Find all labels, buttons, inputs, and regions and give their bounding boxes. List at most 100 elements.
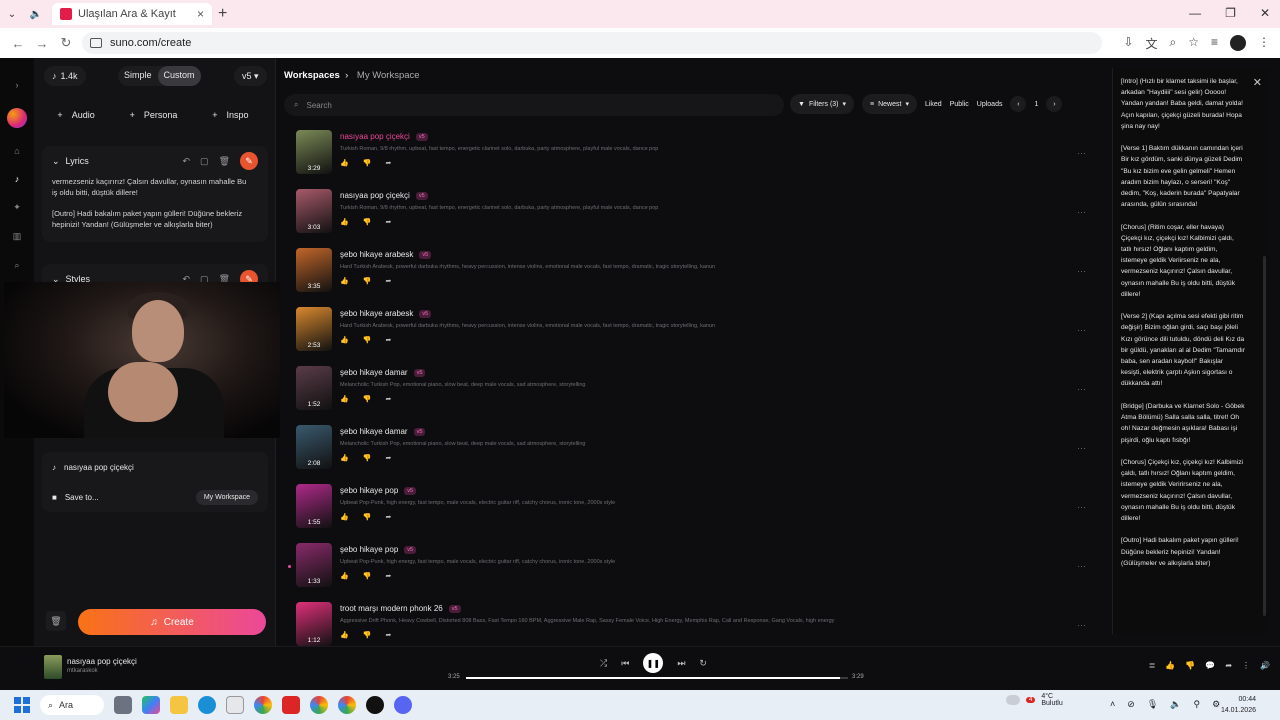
clear-button[interactable]: 🗑 — [46, 611, 66, 631]
explore-icon[interactable]: ✦ — [13, 202, 21, 213]
filters-button[interactable]: ▼ Filters (3) ▾ — [790, 94, 855, 114]
share-icon[interactable]: ➦ — [385, 631, 391, 639]
browser-menu-icon[interactable]: ⋮ — [1258, 35, 1270, 52]
song-cover[interactable]: 3:29 — [296, 130, 332, 174]
now-playing-cover[interactable] — [44, 655, 62, 679]
version-select[interactable]: v5 ▾ — [234, 66, 267, 86]
add-persona-button[interactable]: + Persona — [126, 104, 186, 130]
more-options-icon[interactable]: ⋯ — [1077, 384, 1086, 395]
pause-button[interactable]: ❚❚ — [643, 653, 664, 673]
share-icon[interactable]: ➦ — [385, 277, 391, 285]
more-options-icon[interactable]: ⋯ — [1077, 502, 1086, 513]
thumbs-up-icon[interactable]: 👍 — [340, 572, 349, 580]
now-playing-artist[interactable]: mtkaraskok — [67, 668, 98, 674]
close-icon[interactable]: ✕ — [1253, 76, 1262, 89]
undo-icon[interactable]: ↶ — [183, 156, 191, 167]
progress-bar[interactable] — [466, 677, 848, 679]
song-title-row[interactable]: ♪ nasıyaa pop çiçekçi — [42, 452, 268, 482]
song-row[interactable]: 3:29 nasıyaa pop çiçekçi v5 Turkish Roma… — [296, 130, 1096, 189]
save-to-row[interactable]: ■ Save to... My Workspace — [42, 482, 268, 512]
edge-icon[interactable] — [198, 696, 216, 714]
copy-icon[interactable]: ▢ — [200, 156, 209, 167]
thumbs-down-icon[interactable]: 👎 — [363, 513, 372, 521]
mode-custom[interactable]: Custom — [157, 66, 201, 86]
windows-start-icon[interactable] — [14, 697, 30, 713]
song-row[interactable]: 1:33 şebo hikaye pop v5 Upbeat Pop-Punk,… — [288, 543, 1096, 602]
profile-avatar[interactable] — [1230, 35, 1246, 51]
add-inspo-button[interactable]: + Inspo — [208, 104, 256, 130]
chrome-profile-2-icon[interactable] — [338, 696, 356, 714]
discord-icon[interactable] — [394, 696, 412, 714]
song-title[interactable]: troot marşı modern phonk 26 — [340, 604, 443, 613]
song-title[interactable]: şebo hikaye damar — [340, 427, 408, 436]
more-options-icon[interactable]: ⋯ — [1077, 620, 1086, 631]
more-options-icon[interactable]: ⋯ — [1077, 325, 1086, 336]
restore-icon[interactable]: ❐ — [1225, 6, 1236, 20]
browser-tab[interactable]: Ulaşılan Ara & Kayıt × — [52, 3, 212, 25]
song-cover[interactable]: 1:33 — [296, 543, 332, 587]
thumbs-up-icon[interactable]: 👍 — [340, 159, 349, 167]
song-title[interactable]: şebo hikaye arabesk — [340, 250, 413, 259]
lyrics-textarea[interactable]: vermezseniz kaçırırız! Çalsın davullar, … — [42, 176, 268, 230]
next-icon[interactable]: ⏭ — [677, 658, 685, 669]
song-title[interactable]: şebo hikaye pop — [340, 486, 398, 495]
add-audio-button[interactable]: + Audio — [53, 104, 102, 130]
previous-icon[interactable]: ⏮ — [621, 658, 629, 669]
now-playing-title[interactable]: nasıyaa pop çiçekçi — [67, 657, 137, 666]
share-icon[interactable]: ➦ — [385, 513, 391, 521]
song-title[interactable]: şebo hikaye arabesk — [340, 309, 413, 318]
mode-simple[interactable]: Simple — [118, 66, 158, 86]
thumbs-down-icon[interactable]: 👎 — [363, 395, 372, 403]
github-icon[interactable] — [366, 696, 384, 714]
clock[interactable]: 00:44 14.01.2026 — [1221, 694, 1256, 716]
breadcrumb-root[interactable]: Workspaces — [284, 70, 340, 81]
song-title[interactable]: nasıyaa pop çiçekçi — [340, 191, 410, 200]
forward-icon[interactable]: → — [30, 36, 54, 51]
thumbs-down-icon[interactable]: 👎 — [363, 454, 372, 462]
sound-icon[interactable]: 🔈 — [1170, 699, 1181, 710]
thumbs-down-icon[interactable]: 👎 — [363, 631, 372, 639]
store-icon[interactable] — [226, 696, 244, 714]
song-row[interactable]: 2:08 şebo hikaye damar v5 Melancholic Tu… — [296, 425, 1096, 484]
network-icon[interactable]: ⚲ — [1193, 699, 1200, 710]
thumbs-up-icon[interactable]: 👍 — [340, 336, 349, 344]
generate-lyrics-button[interactable]: ✎ — [240, 152, 258, 170]
song-cover[interactable]: 2:53 — [296, 307, 332, 351]
share-icon[interactable]: ➦ — [1225, 661, 1232, 670]
sort-button[interactable]: ≡ Newest ▾ — [862, 94, 917, 114]
repeat-icon[interactable]: ↻ — [699, 658, 707, 669]
share-icon[interactable]: ➦ — [385, 336, 391, 344]
song-row[interactable]: 1:55 şebo hikaye pop v5 Upbeat Pop-Punk,… — [296, 484, 1096, 543]
tab-close-icon[interactable]: × — [197, 7, 204, 21]
share-icon[interactable]: ➦ — [385, 572, 391, 580]
translate-icon[interactable]: 文 — [1145, 35, 1157, 52]
thumbs-up-icon[interactable]: 👍 — [340, 218, 349, 226]
bookmark-star-icon[interactable]: ☆ — [1188, 35, 1199, 52]
chrome-profile-icon[interactable] — [310, 696, 328, 714]
create-icon[interactable]: ♪ — [15, 174, 20, 184]
more-options-icon[interactable]: ⋯ — [1077, 207, 1086, 218]
song-row[interactable]: 2:53 şebo hikaye arabesk v5 Hard Turkish… — [296, 307, 1096, 366]
home-icon[interactable]: ⌂ — [14, 146, 19, 156]
song-title[interactable]: şebo hikaye damar — [340, 368, 408, 377]
more-options-icon[interactable]: ⋯ — [1077, 266, 1086, 277]
more-icon[interactable]: ⋮ — [1242, 661, 1250, 670]
thumbs-down-icon[interactable]: 👎 — [363, 218, 372, 226]
thumbs-up-icon[interactable]: 👍 — [340, 513, 349, 521]
search-input[interactable]: ⌕ Search — [284, 94, 784, 116]
chrome-icon[interactable] — [254, 696, 272, 714]
share-icon[interactable]: ➦ — [385, 218, 391, 226]
mic-icon[interactable]: 🎙 — [1147, 699, 1158, 710]
delete-icon[interactable]: 🗑 — [219, 156, 230, 167]
thumbs-up-icon[interactable]: 👍 — [1165, 661, 1175, 670]
task-view-icon[interactable] — [114, 696, 132, 714]
thumbs-down-icon[interactable]: 👎 — [1185, 661, 1195, 670]
more-options-icon[interactable]: ⋯ — [1077, 561, 1086, 572]
shuffle-icon[interactable]: ⤮ — [600, 658, 607, 669]
thumbs-up-icon[interactable]: 👍 — [340, 395, 349, 403]
weather-widget[interactable]: 4 4°C Bulutlu — [1006, 693, 1063, 707]
liked-filter[interactable]: Liked — [925, 101, 942, 108]
song-cover[interactable]: 1:55 — [296, 484, 332, 528]
volume-icon[interactable]: 🔊 — [1260, 661, 1270, 670]
song-cover[interactable]: 2:08 — [296, 425, 332, 469]
